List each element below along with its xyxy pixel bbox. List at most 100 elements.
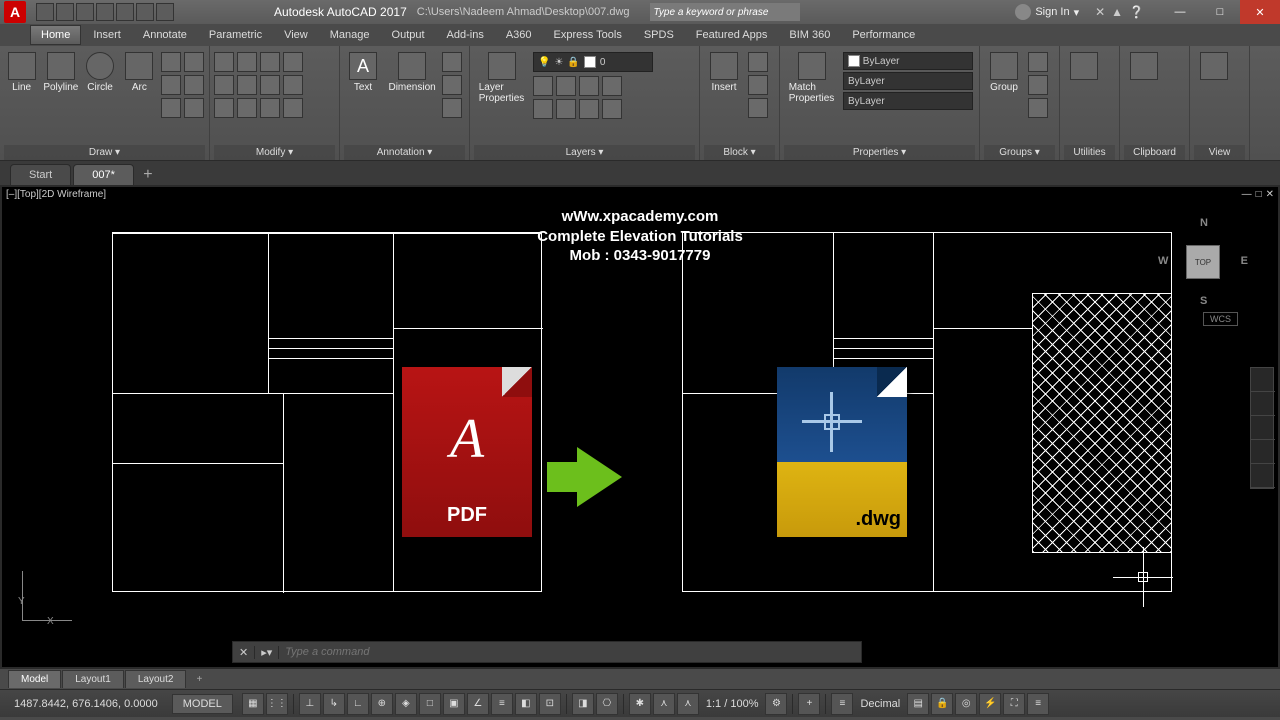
otrack-toggle[interactable]: ∠ <box>467 693 489 715</box>
command-line[interactable]: ✕ ▸▾ <box>232 641 862 663</box>
gizmo-toggle[interactable]: ⎔ <box>596 693 618 715</box>
viewcube[interactable]: N S E W TOP <box>1158 217 1248 307</box>
clean-screen[interactable]: ⛶ <box>1003 693 1025 715</box>
tab-view[interactable]: View <box>274 26 318 44</box>
panel-title-modify[interactable]: Modify ▾ <box>214 145 335 160</box>
isoplane-toggle[interactable]: ◈ <box>395 693 417 715</box>
autoscale-toggle[interactable]: ⋏ <box>653 693 675 715</box>
transparency-toggle[interactable]: ◧ <box>515 693 537 715</box>
app-logo[interactable]: A <box>4 1 26 23</box>
block-small-button[interactable] <box>748 52 768 72</box>
nav-pan-button[interactable] <box>1251 392 1275 416</box>
panel-title-utilities[interactable]: Utilities <box>1064 145 1115 160</box>
layout-add-button[interactable]: + <box>187 669 211 689</box>
tab-insert[interactable]: Insert <box>83 26 131 44</box>
sign-in-button[interactable]: Sign In ▾ <box>1015 4 1079 20</box>
cmd-close-button[interactable]: ✕ <box>233 646 255 659</box>
dimension-button[interactable]: Dimension <box>386 52 438 93</box>
polyline-button[interactable]: Polyline <box>43 52 78 93</box>
clipboard-button[interactable] <box>1124 52 1164 80</box>
vp-minimize-button[interactable]: — <box>1242 189 1252 200</box>
workspace-switching[interactable]: ⚙ <box>765 693 787 715</box>
tab-model[interactable]: Model <box>8 670 61 688</box>
model-indicator[interactable]: MODEL <box>172 694 233 714</box>
layer-small-button[interactable] <box>602 99 622 119</box>
minimize-button[interactable]: — <box>1160 0 1200 24</box>
3d-toggle[interactable]: ◨ <box>572 693 594 715</box>
layer-small-button[interactable] <box>556 99 576 119</box>
layer-small-button[interactable] <box>533 76 553 96</box>
match-properties-button[interactable]: Match Properties <box>784 52 839 104</box>
maximize-button[interactable]: □ <box>1200 0 1240 24</box>
cmd-prompt-icon[interactable]: ▸▾ <box>255 646 279 659</box>
tab-add-button[interactable]: + <box>136 165 160 185</box>
infer-constraints-toggle[interactable]: ⊥ <box>299 693 321 715</box>
draw-small-button[interactable] <box>161 75 181 95</box>
qat-new-icon[interactable] <box>36 3 54 21</box>
vp-maximize-button[interactable]: □ <box>1256 189 1262 200</box>
tab-output[interactable]: Output <box>382 26 435 44</box>
draw-small-button[interactable] <box>161 52 181 72</box>
color-combo[interactable]: ByLayer <box>843 52 973 70</box>
qat-save-icon[interactable] <box>76 3 94 21</box>
nav-showmotion-button[interactable] <box>1251 464 1275 488</box>
viewcube-east[interactable]: E <box>1241 255 1248 267</box>
explode-button[interactable] <box>283 75 303 95</box>
tab-layout1[interactable]: Layout1 <box>62 670 124 688</box>
text-button[interactable]: AText <box>344 52 382 93</box>
tab-start[interactable]: Start <box>10 164 71 185</box>
utilities-button[interactable] <box>1064 52 1104 80</box>
viewcube-north[interactable]: N <box>1200 217 1208 229</box>
tab-featured-apps[interactable]: Featured Apps <box>686 26 778 44</box>
drawing-canvas[interactable]: [–][Top][2D Wireframe] — □ ✕ wWw.xpacade… <box>0 185 1280 669</box>
coordinates[interactable]: 1487.8442, 676.1406, 0.0000 <box>0 698 172 710</box>
tab-annotate[interactable]: Annotate <box>133 26 197 44</box>
anno-small-button[interactable] <box>442 52 462 72</box>
draw-small-button[interactable] <box>184 98 204 118</box>
viewcube-west[interactable]: W <box>1158 255 1168 267</box>
qat-plot-icon[interactable] <box>116 3 134 21</box>
group-small-button[interactable] <box>1028 98 1048 118</box>
layer-small-button[interactable] <box>556 76 576 96</box>
command-input[interactable] <box>279 646 861 658</box>
group-button[interactable]: Group <box>984 52 1024 93</box>
panel-title-draw[interactable]: Draw ▾ <box>4 145 205 160</box>
3dosnap-toggle[interactable]: ▣ <box>443 693 465 715</box>
tab-a360[interactable]: A360 <box>496 26 542 44</box>
qat-saveas-icon[interactable] <box>96 3 114 21</box>
draw-small-button[interactable] <box>161 98 181 118</box>
tab-current-file[interactable]: 007* <box>73 164 134 185</box>
mirror-button[interactable] <box>237 75 257 95</box>
rotate-button[interactable] <box>237 52 257 72</box>
draw-small-button[interactable] <box>184 52 204 72</box>
panel-title-annotation[interactable]: Annotation ▾ <box>344 145 465 160</box>
tab-express-tools[interactable]: Express Tools <box>544 26 632 44</box>
viewport-label[interactable]: [–][Top][2D Wireframe] <box>6 189 106 200</box>
close-button[interactable]: ✕ <box>1240 0 1280 24</box>
layer-small-button[interactable] <box>579 99 599 119</box>
nav-zoom-button[interactable] <box>1251 416 1275 440</box>
panel-title-groups[interactable]: Groups ▾ <box>984 145 1055 160</box>
isolate-objects[interactable]: ◎ <box>955 693 977 715</box>
tab-parametric[interactable]: Parametric <box>199 26 272 44</box>
osnap-toggle[interactable]: □ <box>419 693 441 715</box>
panel-title-layers[interactable]: Layers ▾ <box>474 145 695 160</box>
quick-properties[interactable]: ▤ <box>907 693 929 715</box>
qat-redo-icon[interactable] <box>156 3 174 21</box>
viewcube-south[interactable]: S <box>1200 295 1207 307</box>
qat-open-icon[interactable] <box>56 3 74 21</box>
copy-button[interactable] <box>214 75 234 95</box>
insert-button[interactable]: Insert <box>704 52 744 93</box>
exchange-icon[interactable]: ✕ <box>1095 5 1105 19</box>
nav-wheel-button[interactable] <box>1251 368 1275 392</box>
fillet-button[interactable] <box>260 75 280 95</box>
anno-small-button[interactable] <box>442 75 462 95</box>
ortho-toggle[interactable]: ∟ <box>347 693 369 715</box>
scale-button[interactable] <box>237 98 257 118</box>
circle-button[interactable]: Circle <box>82 52 117 93</box>
vp-close-button[interactable]: ✕ <box>1266 189 1274 200</box>
a360-icon[interactable]: ▲ <box>1111 5 1123 19</box>
move-button[interactable] <box>214 52 234 72</box>
lock-ui[interactable]: 🔒 <box>931 693 953 715</box>
hardware-acceleration[interactable]: ⚡ <box>979 693 1001 715</box>
